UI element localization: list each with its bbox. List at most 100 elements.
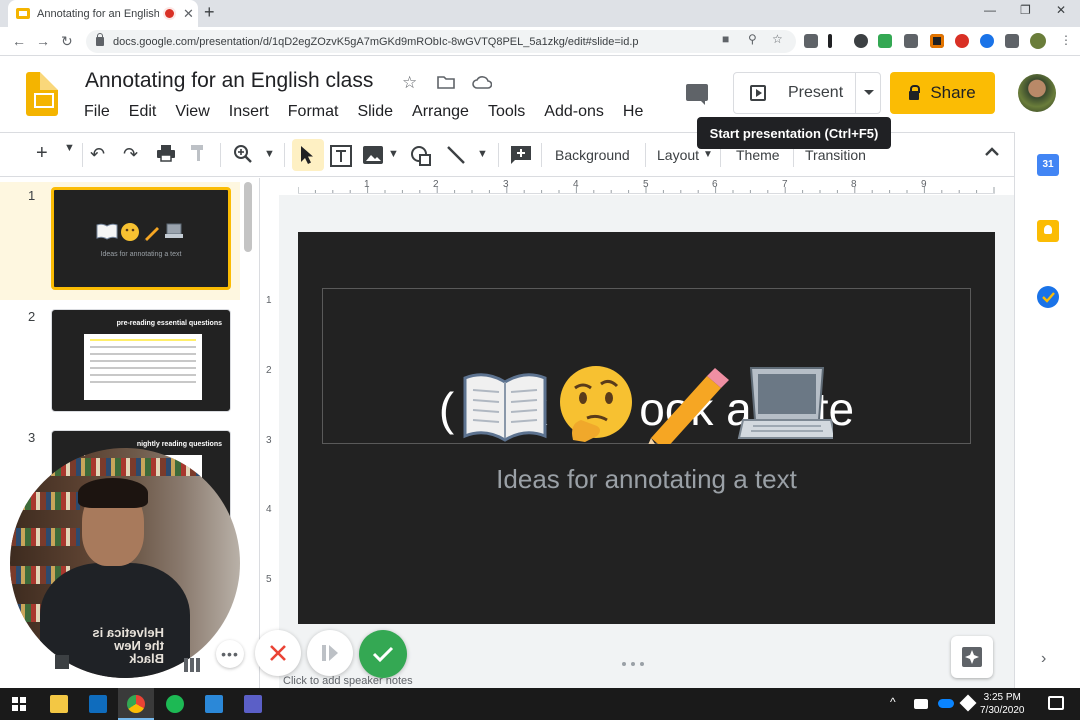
- menu-insert[interactable]: Insert: [229, 103, 269, 123]
- teams-icon[interactable]: [244, 695, 262, 713]
- extension-icon[interactable]: [930, 34, 944, 48]
- resize-handle-dots[interactable]: [622, 662, 652, 668]
- menu-tools[interactable]: Tools: [488, 103, 525, 123]
- forward-icon[interactable]: →: [36, 33, 50, 49]
- theme-button[interactable]: Theme: [736, 147, 780, 163]
- menu-view[interactable]: View: [175, 103, 209, 123]
- transition-button[interactable]: Transition: [805, 147, 866, 163]
- redo-icon[interactable]: ↷: [123, 144, 138, 165]
- select-arrow-icon: [300, 145, 314, 165]
- text-box-icon[interactable]: [330, 145, 352, 167]
- layout-button[interactable]: Layout: [657, 147, 699, 163]
- thumbnail-document: [84, 334, 202, 400]
- collapse-toolbar-icon[interactable]: [984, 145, 1000, 157]
- share-button[interactable]: Share: [890, 72, 995, 114]
- present-button[interactable]: Present: [733, 72, 881, 114]
- insert-comment-icon[interactable]: [510, 145, 532, 165]
- new-slide-icon[interactable]: +: [36, 142, 48, 165]
- shape-icon[interactable]: [410, 145, 432, 167]
- address-bar[interactable]: docs.google.com/presentation/d/1qD2egZOz…: [86, 30, 796, 53]
- print-icon[interactable]: [156, 144, 176, 162]
- dropbox-tray-icon[interactable]: [959, 694, 977, 712]
- extension-icon[interactable]: [980, 34, 994, 48]
- filmstrip-scrollbar[interactable]: [244, 182, 252, 252]
- zoom-chevron-icon[interactable]: ▼: [264, 148, 275, 160]
- zoom-lens-icon[interactable]: ⚲: [748, 32, 757, 46]
- tray-chevron-icon[interactable]: ^: [890, 695, 896, 709]
- extension-icon[interactable]: [804, 34, 818, 48]
- grid-view-icon[interactable]: [55, 655, 69, 669]
- extension-icon[interactable]: [828, 34, 832, 48]
- system-clock[interactable]: 3:25 PM 7/30/2020: [980, 691, 1025, 717]
- reload-icon[interactable]: ↻: [61, 33, 73, 50]
- spotify-icon[interactable]: [166, 695, 184, 713]
- back-icon[interactable]: ←: [12, 33, 26, 49]
- slide-thumbnail-1[interactable]: Ideas for annotating a text: [51, 187, 231, 290]
- line-chevron-icon[interactable]: ▼: [477, 148, 488, 160]
- paint-format-icon[interactable]: [190, 144, 206, 162]
- close-tab-icon[interactable]: ✕: [183, 6, 194, 22]
- expand-panel-icon[interactable]: ›: [1041, 650, 1046, 668]
- toolbar-divider: [220, 143, 221, 167]
- menu-slide[interactable]: Slide: [357, 103, 393, 123]
- camera-icon[interactable]: ■: [722, 32, 729, 46]
- star-icon[interactable]: ☆: [402, 73, 417, 93]
- new-slide-layout-chevron-icon[interactable]: ▼: [64, 142, 75, 154]
- background-button[interactable]: Background: [555, 147, 630, 163]
- chrome-icon[interactable]: [127, 695, 145, 713]
- comment-history-icon[interactable]: [686, 84, 708, 105]
- ruler-label: 3: [503, 179, 509, 190]
- extension-icon[interactable]: [955, 34, 969, 48]
- undo-icon[interactable]: ↶: [90, 144, 105, 165]
- slide-subtitle[interactable]: Ideas for annotating a text: [298, 464, 995, 495]
- account-avatar[interactable]: [1018, 74, 1056, 112]
- text-line: [90, 374, 196, 376]
- menu-help[interactable]: He: [623, 103, 643, 123]
- notifications-icon[interactable]: [1048, 696, 1064, 710]
- finish-recording-button[interactable]: [359, 630, 407, 678]
- windows-start-icon[interactable]: [12, 697, 26, 711]
- pause-recording-button[interactable]: [307, 630, 353, 676]
- document-title[interactable]: Annotating for an English class: [85, 69, 373, 93]
- new-tab-icon[interactable]: +: [204, 2, 215, 23]
- explore-button[interactable]: [951, 636, 993, 678]
- move-folder-icon[interactable]: [437, 75, 455, 89]
- cancel-recording-button[interactable]: [255, 630, 301, 676]
- slide-thumbnail-2[interactable]: pre-reading essential questions: [51, 309, 231, 412]
- layout-chevron-icon[interactable]: ▼: [703, 149, 713, 160]
- calendar-icon[interactable]: 31: [1037, 154, 1059, 176]
- file-explorer-icon[interactable]: [50, 695, 68, 713]
- dropbox-icon[interactable]: [904, 34, 918, 48]
- menu-arrange[interactable]: Arrange: [412, 103, 469, 123]
- image-chevron-icon[interactable]: ▼: [388, 148, 399, 160]
- puzzle-icon[interactable]: [1005, 34, 1019, 48]
- outlook-icon[interactable]: [89, 695, 107, 713]
- extension-icon[interactable]: [878, 34, 892, 48]
- extension-icon[interactable]: [854, 34, 868, 48]
- cloud-saved-icon[interactable]: [472, 75, 492, 89]
- menu-edit[interactable]: Edit: [129, 103, 157, 123]
- image-icon[interactable]: [363, 146, 383, 164]
- profile-avatar[interactable]: [1030, 33, 1046, 49]
- menu-file[interactable]: File: [84, 103, 110, 123]
- minimize-icon[interactable]: —: [984, 3, 996, 17]
- onedrive-icon[interactable]: [938, 699, 954, 708]
- line-icon[interactable]: [446, 145, 466, 165]
- menu-addons[interactable]: Add-ons: [544, 103, 604, 123]
- filmstrip-view-icon[interactable]: [184, 658, 200, 672]
- more-icon[interactable]: ⋮: [1060, 33, 1072, 47]
- keep-icon[interactable]: [1037, 220, 1059, 242]
- present-dropdown-icon[interactable]: [864, 90, 874, 95]
- bookmark-star-icon[interactable]: ☆: [772, 32, 783, 46]
- slides-logo[interactable]: [26, 72, 58, 116]
- battery-icon[interactable]: [914, 699, 928, 709]
- current-slide[interactable]: (kook and te: [298, 232, 995, 624]
- restore-icon[interactable]: ❐: [1020, 3, 1031, 17]
- window-close-icon[interactable]: ✕: [1056, 3, 1066, 17]
- menu-format[interactable]: Format: [288, 103, 339, 123]
- more-options-button[interactable]: •••: [216, 640, 244, 668]
- tasks-icon[interactable]: [1037, 286, 1059, 308]
- browser-tab[interactable]: Annotating for an English cla ✕: [8, 0, 198, 27]
- zoom-icon[interactable]: [233, 144, 253, 164]
- whiteboard-icon[interactable]: [205, 695, 223, 713]
